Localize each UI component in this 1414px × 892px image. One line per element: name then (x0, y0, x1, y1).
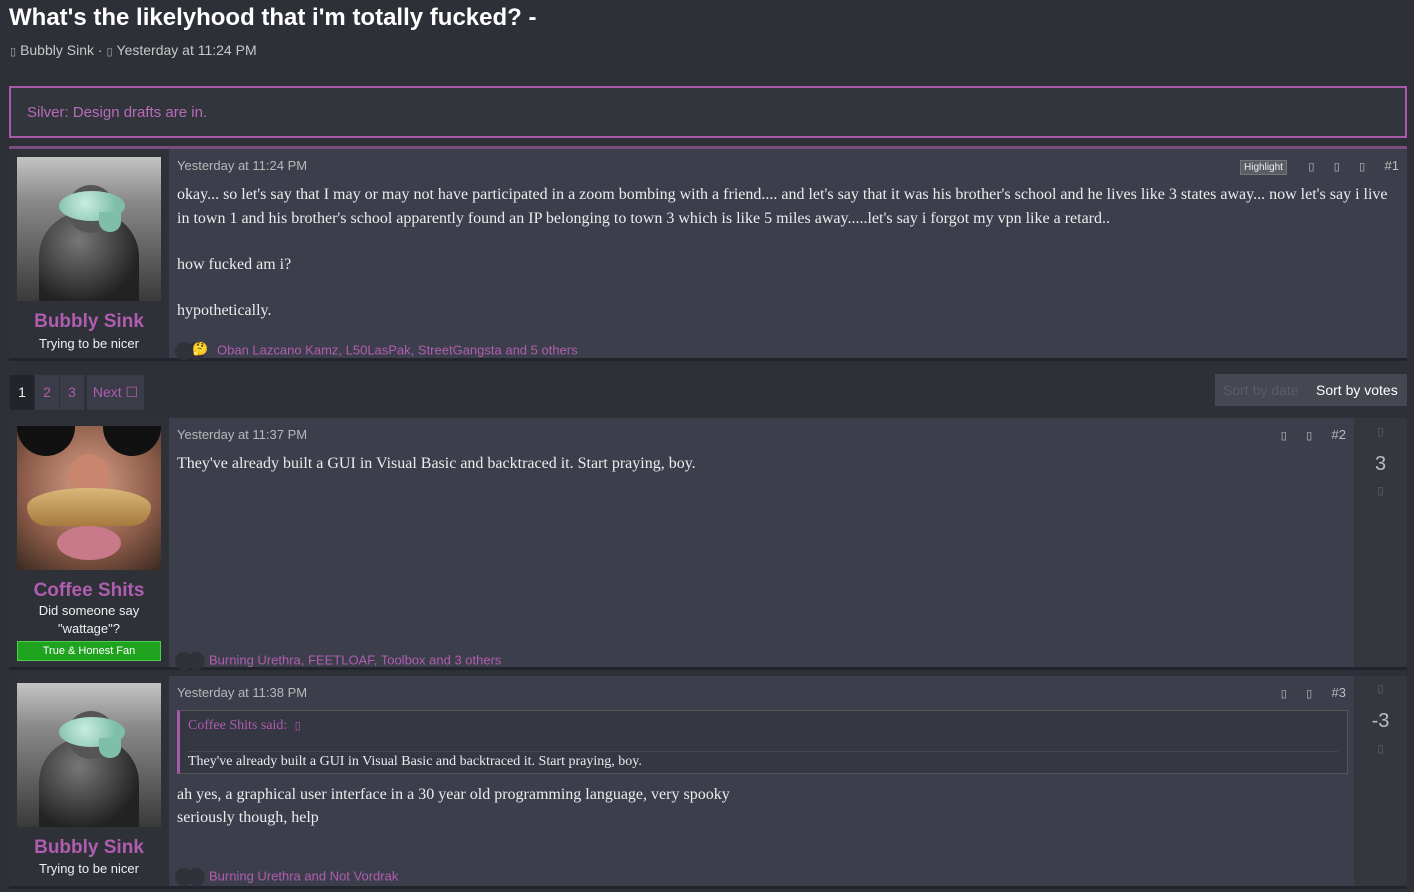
sort-by-votes[interactable]: Sort by votes (1316, 382, 1398, 398)
vote-score: 3 (1374, 453, 1387, 475)
user-banner-badge: True & Honest Fan (17, 641, 161, 661)
clock-icon: ▯ (106, 46, 113, 58)
post-tools: Highlight ▯ ▯ ▯ #1 (1240, 158, 1399, 175)
share-icon[interactable]: ▯ (1281, 687, 1287, 700)
user-title: Trying to be nicer (39, 336, 139, 351)
share-icon[interactable]: ▯ (1281, 429, 1287, 442)
post-number[interactable]: #3 (1332, 685, 1346, 700)
user-cell: Bubbly Sink Trying to be nicer (9, 676, 169, 886)
post-paragraph: how fucked am i? (177, 256, 292, 273)
sort-controls: Sort by date Sort by votes (1215, 374, 1407, 406)
thread-meta: ▯ Bubbly Sink · ▯ Yesterday at 11:24 PM (10, 42, 257, 58)
quote-header[interactable]: Coffee Shits said: ▯ (188, 718, 301, 734)
bookmark-icon[interactable]: ▯ (1334, 160, 1340, 173)
user-cell: Bubbly Sink Trying to be nicer (9, 149, 169, 358)
reaction-icons (175, 652, 205, 670)
post-paragraph: They've already built a GUI in Visual Ba… (177, 455, 696, 472)
bookmark-icon[interactable]: ▯ (1306, 687, 1312, 700)
post-date[interactable]: Yesterday at 11:37 PM (177, 427, 307, 442)
next-page-button[interactable]: Next ☐ (87, 375, 144, 410)
sort-by-date[interactable]: Sort by date (1223, 382, 1299, 398)
vote-column: ▯ 3 ▯ (1354, 418, 1407, 667)
post-3: Bubbly Sink Trying to be nicer Yesterday… (9, 676, 1407, 889)
user-cell: Coffee Shits Did someone say "wattage"? … (9, 418, 169, 667)
avatar[interactable] (17, 683, 161, 827)
username[interactable]: Bubbly Sink (9, 311, 169, 333)
username[interactable]: Bubbly Sink (9, 837, 169, 859)
reactions-bar[interactable]: Burning Urethra, FEETLOAF, Toolbox and 3… (175, 652, 501, 670)
report-icon[interactable]: ▯ (1359, 160, 1365, 173)
reactions-bar[interactable]: 🤔 Oban Lazcano Kamz, L50LasPak, StreetGan… (175, 341, 578, 360)
page-3[interactable]: 3 (60, 375, 84, 410)
post-paragraph: seriously though, help (177, 809, 319, 826)
reaction-icons: 🤔 (175, 341, 213, 360)
reaction-icons (175, 868, 205, 886)
upvote-icon[interactable]: ▯ (1354, 425, 1407, 438)
quote-author[interactable]: Coffee Shits said: (188, 718, 287, 733)
avatar[interactable] (17, 426, 161, 570)
upvote-icon[interactable]: ▯ (1354, 682, 1407, 695)
post-body: They've already built a GUI in Visual Ba… (177, 452, 1337, 476)
notice-text[interactable]: Silver: Design drafts are in. (27, 104, 207, 121)
post-date[interactable]: Yesterday at 11:24 PM (177, 158, 307, 173)
thread-title: What's the likelyhood that i'm totally f… (9, 4, 537, 31)
username[interactable]: Coffee Shits (9, 580, 169, 602)
downvote-icon[interactable]: ▯ (1354, 484, 1407, 497)
thread-author[interactable]: Bubbly Sink (20, 42, 94, 58)
notice-banner: Silver: Design drafts are in. (9, 86, 1407, 138)
quote-body: They've already built a GUI in Visual Ba… (188, 751, 1338, 774)
meta-separator: · (97, 42, 103, 58)
post-number[interactable]: #2 (1332, 427, 1346, 442)
reaction-users[interactable]: Burning Urethra, FEETLOAF, Toolbox and 3… (209, 652, 501, 667)
reaction-users[interactable]: Burning Urethra and Not Vordrak (209, 868, 398, 883)
post-paragraph: hypothetically. (177, 302, 272, 319)
user-title: Did someone say "wattage"? (38, 603, 140, 636)
post-number[interactable]: #1 (1385, 158, 1399, 173)
post-paragraph: okay... so let's say that I may or may n… (177, 186, 1388, 227)
avatar[interactable] (17, 157, 161, 301)
user-icon: ▯ (10, 46, 17, 58)
bookmark-icon[interactable]: ▯ (1306, 429, 1312, 442)
page-2[interactable]: 2 (35, 375, 59, 410)
vote-score: -3 (1371, 710, 1390, 732)
thread-date[interactable]: Yesterday at 11:24 PM (117, 42, 257, 58)
page-1[interactable]: 1 (10, 375, 34, 410)
post-paragraph: ah yes, a graphical user interface in a … (177, 786, 730, 803)
share-icon[interactable]: ▯ (1308, 160, 1314, 173)
quote-block: Coffee Shits said: ▯ They've already bui… (177, 710, 1348, 774)
post-date[interactable]: Yesterday at 11:38 PM (177, 685, 307, 700)
downvote-icon[interactable]: ▯ (1354, 742, 1407, 755)
post-1: Bubbly Sink Trying to be nicer Yesterday… (9, 146, 1407, 361)
post-tools: ▯ ▯ #3 (1265, 685, 1346, 700)
reactions-bar[interactable]: Burning Urethra and Not Vordrak (175, 868, 398, 886)
vote-column: ▯ -3 ▯ (1354, 676, 1407, 886)
post-body: okay... so let's say that I may or may n… (177, 183, 1392, 323)
thinking-emoji-icon: 🤔 (192, 341, 209, 356)
user-title: Trying to be nicer (39, 861, 139, 876)
post-tools: ▯ ▯ #2 (1265, 427, 1346, 442)
post-2: Coffee Shits Did someone say "wattage"? … (9, 418, 1407, 670)
highlight-badge[interactable]: Highlight (1240, 160, 1287, 175)
reaction-users[interactable]: Oban Lazcano Kamz, L50LasPak, StreetGang… (217, 342, 578, 357)
quote-jump-icon[interactable]: ▯ (295, 720, 301, 732)
post-body: ah yes, a graphical user interface in a … (177, 783, 1337, 829)
